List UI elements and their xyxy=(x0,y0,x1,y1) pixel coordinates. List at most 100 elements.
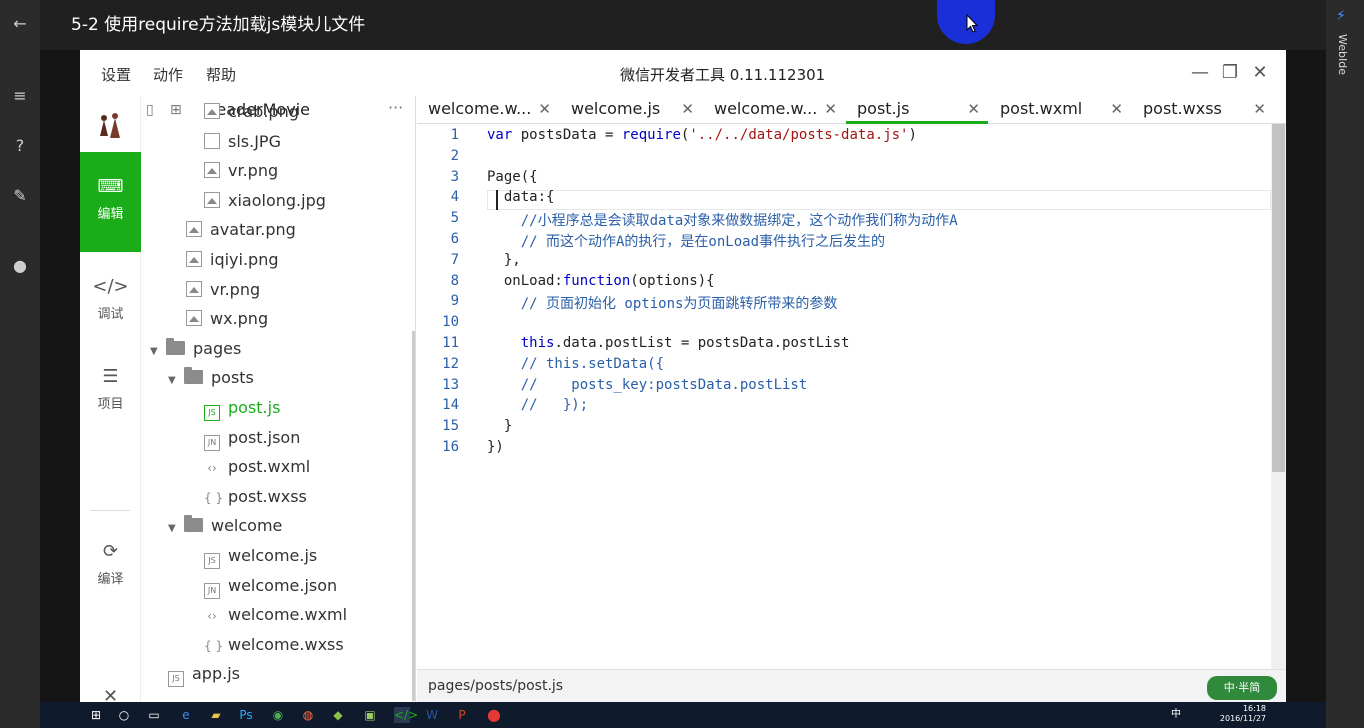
tab-close-icon[interactable]: ✕ xyxy=(681,96,694,122)
file-label: avatar.png xyxy=(210,220,296,240)
minimize-icon[interactable]: — xyxy=(1189,62,1211,84)
recorder-icon[interactable]: ⬤ xyxy=(486,707,502,723)
code-editor[interactable]: 1 var postsData = require('../../data/pos… xyxy=(417,124,1272,669)
file-item[interactable]: JS app.js xyxy=(168,663,240,688)
line-number: 2 xyxy=(450,147,459,164)
folder-item[interactable]: ▼ pages xyxy=(150,337,241,363)
file-label: welcome.wxml xyxy=(228,605,348,625)
close-window-icon[interactable]: ✕ xyxy=(1249,62,1271,84)
file-item[interactable]: { } post.wxss xyxy=(204,486,307,508)
help-icon[interactable]: ? xyxy=(0,136,40,155)
editor-tab[interactable]: welcome.w... ✕ xyxy=(417,96,559,124)
code-line: }) xyxy=(487,439,504,455)
line-number: 12 xyxy=(442,355,459,372)
file-label: welcome.wxss xyxy=(228,634,344,654)
more-options-icon[interactable]: ··· xyxy=(388,98,403,117)
file-item[interactable]: JN post.json xyxy=(204,427,300,451)
file-item[interactable]: crab.png xyxy=(204,101,299,123)
line-number: 7 xyxy=(450,251,459,268)
editor-tab[interactable]: welcome.w... ✕ xyxy=(703,96,845,124)
file-item[interactable]: avatar.png xyxy=(186,219,296,241)
ime-indicator[interactable]: 中 xyxy=(1168,707,1184,723)
image-file-icon xyxy=(204,103,220,119)
system-clock[interactable]: 16:18 2016/11/27 xyxy=(1220,704,1266,724)
webide-icon[interactable]: ⚡ xyxy=(1336,8,1346,24)
code-line: //小程序总是会读取data对象来做数据绑定，这个动作我们称为动作A xyxy=(487,213,958,230)
editor-tab[interactable]: post.wxml ✕ xyxy=(989,96,1131,124)
scrollbar-thumb[interactable] xyxy=(1272,124,1285,472)
file-item[interactable]: JS post.js xyxy=(204,397,280,421)
file-label: vr.png xyxy=(210,279,261,299)
sidebar-item-edit[interactable]: ⌨ 编辑 xyxy=(80,152,141,252)
line-number: 10 xyxy=(442,314,459,331)
back-arrow-icon[interactable]: ← xyxy=(0,14,40,33)
mouse-cursor-icon xyxy=(966,14,978,33)
tab-close-icon[interactable]: ✕ xyxy=(1110,96,1123,122)
tab-close-icon[interactable]: ✕ xyxy=(538,96,551,122)
chrome-icon[interactable]: ◉ xyxy=(270,707,286,723)
expand-arrow-icon[interactable]: ▼ xyxy=(150,341,160,363)
editor-tab[interactable]: post.wxss ✕ xyxy=(1132,96,1274,124)
file-label: posts xyxy=(211,368,254,388)
folder-item[interactable]: ▼ welcome xyxy=(168,515,282,537)
folder-item[interactable]: ▼ posts xyxy=(168,367,254,389)
restore-icon[interactable]: ❐ xyxy=(1219,62,1241,84)
start-icon[interactable]: ⊞ xyxy=(88,707,104,723)
webstorm-icon[interactable]: ▣ xyxy=(362,707,378,723)
file-item[interactable]: iqiyi.png xyxy=(186,249,279,271)
file-item[interactable]: sls.JPG xyxy=(204,131,281,153)
file-item[interactable]: { } welcome.wxss xyxy=(204,634,344,656)
tree-view-icon[interactable]: ⊞ xyxy=(170,102,182,118)
menu-help[interactable]: 帮助 xyxy=(206,64,236,85)
clock-time: 16:18 xyxy=(1242,704,1266,713)
word-icon[interactable]: W xyxy=(424,707,440,723)
tree-scrollbar[interactable] xyxy=(412,331,415,701)
menu-actions[interactable]: 动作 xyxy=(153,64,183,85)
taskbar-right-margin xyxy=(1286,702,1326,728)
editor-scrollbar[interactable] xyxy=(1271,124,1286,669)
code-brackets-icon: </> xyxy=(92,276,129,297)
folder-icon[interactable]: ▰ xyxy=(208,707,224,723)
file-item[interactable]: xiaolong.jpg xyxy=(204,190,326,212)
app-icon[interactable]: ◆ xyxy=(330,707,346,723)
search-icon[interactable]: ○ xyxy=(116,707,132,723)
file-item[interactable]: vr.png xyxy=(204,160,278,182)
editor-tab[interactable]: welcome.js ✕ xyxy=(560,96,702,124)
expand-arrow-icon[interactable]: ▼ xyxy=(168,518,178,540)
file-item[interactable]: wx.png xyxy=(186,308,268,330)
folder-icon xyxy=(184,367,203,385)
sidebar-item-close[interactable]: ✕ 关闭 xyxy=(80,686,141,702)
edge-icon[interactable]: e xyxy=(178,707,194,723)
editor-tab[interactable]: post.js ✕ xyxy=(846,96,988,124)
task-view-icon[interactable]: ▭ xyxy=(146,707,162,723)
pencil-icon[interactable]: ✎ xyxy=(0,186,40,205)
file-item[interactable]: vr.png xyxy=(186,279,260,301)
powerpoint-icon[interactable]: P xyxy=(454,707,470,723)
js-file-icon: JS xyxy=(204,405,220,421)
sidebar-item-debug[interactable]: </> 调试 xyxy=(80,276,141,322)
tab-close-icon[interactable]: ✕ xyxy=(1253,96,1266,122)
sidebar-item-compile[interactable]: ⟳ 编译 xyxy=(80,541,141,587)
file-item[interactable]: ‹› post.wxml xyxy=(204,456,310,478)
code-line: }, xyxy=(487,251,521,268)
line-number: 3 xyxy=(450,168,459,185)
firefox-icon[interactable]: ◍ xyxy=(300,707,316,723)
file-view-icon[interactable]: ▯ xyxy=(146,102,154,118)
code-line: Page({ xyxy=(487,168,538,185)
file-item[interactable]: ‹› welcome.wxml xyxy=(204,604,347,626)
tab-close-icon[interactable]: ✕ xyxy=(824,96,837,122)
code-window-icon: ⌨ xyxy=(97,176,124,197)
expand-arrow-icon[interactable]: ▼ xyxy=(168,370,178,392)
menu-settings[interactable]: 设置 xyxy=(101,64,131,85)
file-item[interactable]: JN welcome.json xyxy=(204,575,337,599)
tab-close-icon[interactable]: ✕ xyxy=(967,96,980,122)
menu-icon[interactable]: ≡ xyxy=(0,86,40,105)
wechat-devtools-icon[interactable]: </> xyxy=(394,707,418,723)
file-item[interactable]: JS welcome.js xyxy=(204,545,317,569)
photoshop-icon[interactable]: Ps xyxy=(238,707,254,723)
code-line: // }); xyxy=(487,397,589,414)
user-avatar-icon[interactable]: ● xyxy=(0,256,40,275)
file-label: xiaolong.jpg xyxy=(228,190,326,210)
file-label: crab.png xyxy=(228,102,299,121)
sidebar-item-project[interactable]: ☰ 项目 xyxy=(80,366,141,412)
